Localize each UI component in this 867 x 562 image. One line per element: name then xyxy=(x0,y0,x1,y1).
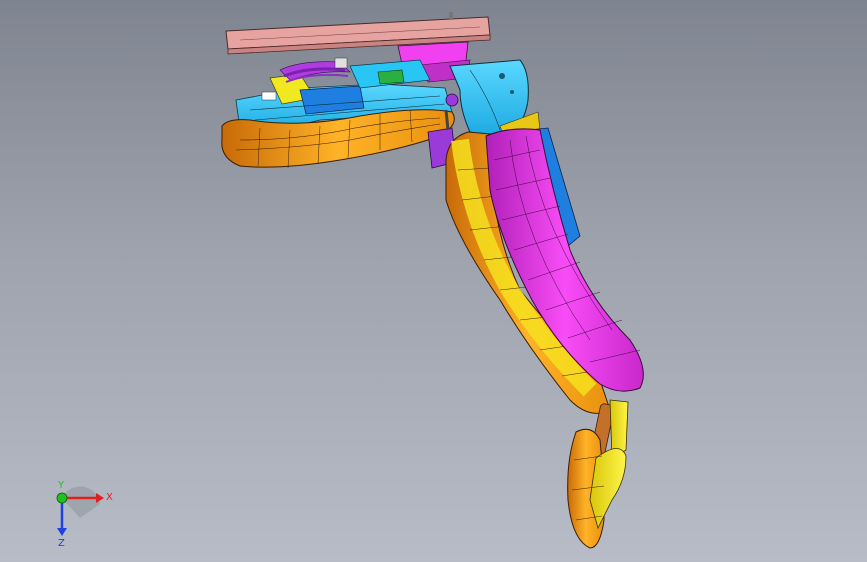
cad-3d-viewport[interactable]: X Y Z xyxy=(0,0,867,562)
x-axis-label: X xyxy=(106,492,113,503)
y-axis-dot xyxy=(56,492,68,504)
axis-triad: X Y Z xyxy=(56,480,113,548)
y-axis-label: Y xyxy=(57,480,65,491)
z-axis-label: Z xyxy=(58,538,65,548)
z-axis-arrowhead xyxy=(57,528,67,536)
x-axis-arrowhead xyxy=(96,493,104,503)
robot-leg-model[interactable] xyxy=(0,0,867,562)
